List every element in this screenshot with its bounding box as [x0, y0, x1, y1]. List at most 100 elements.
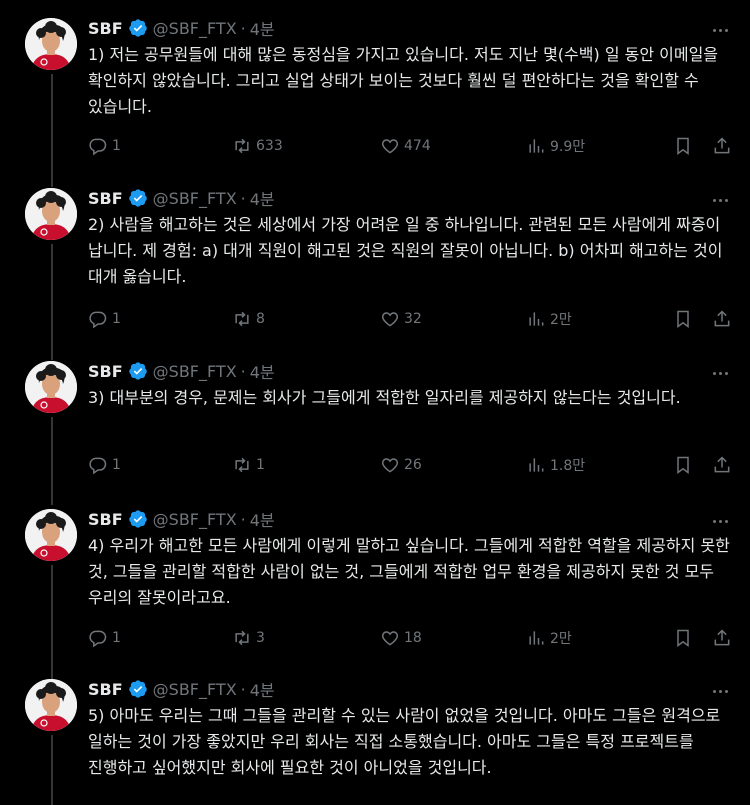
author-handle[interactable]: @SBF_FTX: [153, 189, 237, 208]
avatar[interactable]: [25, 188, 77, 240]
views-count: 1.8만: [550, 458, 586, 474]
like-button[interactable]: 18: [380, 625, 422, 651]
reply-count: 1: [112, 138, 121, 154]
bookmark-button[interactable]: [673, 452, 697, 478]
reply-count: 1: [112, 457, 121, 473]
thread-connector: [51, 74, 53, 187]
avatar-image: [25, 188, 77, 240]
retweet-count: 1: [256, 457, 265, 473]
author-handle[interactable]: @SBF_FTX: [153, 19, 237, 38]
thread-connector: [51, 565, 53, 679]
tweet-header: SBF @SBF_FTX · 4분: [88, 506, 275, 532]
share-icon: [714, 629, 730, 646]
retweet-button[interactable]: 3: [232, 625, 265, 651]
bookmark-button[interactable]: [673, 625, 697, 651]
retweet-button[interactable]: 8: [232, 306, 265, 332]
avatar[interactable]: [25, 679, 77, 731]
timestamp[interactable]: 4분: [250, 359, 275, 383]
like-count: 18: [404, 630, 422, 646]
author-name[interactable]: SBF: [88, 510, 123, 529]
like-count: 474: [404, 138, 431, 154]
bookmark-icon: [677, 310, 689, 328]
like-button[interactable]: 474: [380, 133, 431, 159]
more-icon[interactable]: [708, 20, 732, 40]
like-count: 26: [404, 457, 422, 473]
avatar-image: [25, 361, 77, 413]
tweet-text: 5) 아마도 우리는 그때 그들을 관리할 수 있는 사람이 없었을 것입니다.…: [88, 706, 721, 777]
separator: ·: [240, 361, 246, 381]
timestamp[interactable]: 4분: [250, 507, 275, 531]
bookmark-button[interactable]: [673, 306, 697, 332]
separator: ·: [240, 679, 246, 699]
views-count: 9.9만: [550, 139, 586, 155]
verified-badge-icon: [128, 189, 147, 207]
share-button[interactable]: [712, 625, 736, 651]
views-icon: [529, 458, 544, 472]
timestamp[interactable]: 4분: [250, 186, 275, 210]
tweet-header: SBF @SBF_FTX · 4분: [88, 676, 275, 702]
retweet-icon: [235, 311, 249, 327]
author-name[interactable]: SBF: [88, 189, 123, 208]
more-icon[interactable]: [708, 190, 732, 210]
reply-icon: [89, 311, 107, 329]
retweet-icon: [235, 138, 249, 154]
views-icon: [529, 139, 544, 153]
retweet-icon: [235, 457, 249, 473]
reply-icon: [89, 138, 107, 156]
more-icon[interactable]: [708, 511, 732, 531]
avatar[interactable]: [25, 361, 77, 413]
reply-button[interactable]: 1: [88, 452, 121, 478]
avatar[interactable]: [25, 509, 77, 561]
author-handle[interactable]: @SBF_FTX: [153, 362, 237, 381]
like-button[interactable]: 32: [380, 306, 422, 332]
tweet-actions: 1 3 18 2만: [88, 625, 738, 651]
author-name[interactable]: SBF: [88, 19, 123, 38]
thread-connector: [51, 735, 53, 805]
retweet-count: 8: [256, 311, 265, 327]
reply-icon: [89, 630, 107, 648]
retweet-count: 3: [256, 630, 265, 646]
retweet-icon: [235, 630, 249, 646]
avatar[interactable]: [25, 18, 77, 70]
retweet-button[interactable]: 633: [232, 133, 283, 159]
timestamp[interactable]: 4분: [250, 677, 275, 701]
share-button[interactable]: [712, 133, 736, 159]
verified-badge-icon: [128, 19, 147, 37]
tweet-actions: 1 8 32 2만: [88, 306, 738, 332]
retweet-button[interactable]: 1: [232, 452, 265, 478]
share-icon: [714, 310, 730, 327]
reply-button[interactable]: 1: [88, 306, 121, 332]
bookmark-icon: [677, 137, 689, 155]
share-icon: [714, 456, 730, 473]
share-button[interactable]: [712, 452, 736, 478]
author-handle[interactable]: @SBF_FTX: [153, 510, 237, 529]
tweet-text: 3) 대부분의 경우, 문제는 회사가 그들에게 적합한 일자리를 제공하지 않…: [88, 388, 681, 407]
more-icon[interactable]: [708, 363, 732, 383]
author-name[interactable]: SBF: [88, 362, 123, 381]
bookmark-icon: [677, 629, 689, 647]
views-icon: [529, 312, 544, 326]
timestamp[interactable]: 4분: [250, 16, 275, 40]
reply-button[interactable]: 1: [88, 625, 121, 651]
views-count: 2만: [550, 312, 572, 328]
share-button[interactable]: [712, 306, 736, 332]
views-button[interactable]: 1.8만: [526, 452, 585, 478]
like-button[interactable]: 26: [380, 452, 422, 478]
author-handle[interactable]: @SBF_FTX: [153, 680, 237, 699]
avatar-image: [25, 679, 77, 731]
author-name[interactable]: SBF: [88, 680, 123, 699]
views-button[interactable]: 2만: [526, 306, 572, 332]
reply-count: 1: [112, 311, 121, 327]
thread-connector: [51, 417, 53, 505]
reply-count: 1: [112, 630, 121, 646]
views-button[interactable]: 2만: [526, 625, 572, 651]
tweet-text: 1) 저는 공무원들에 대해 많은 동정심을 가지고 있습니다. 저도 지난 몇…: [88, 45, 719, 116]
reply-button[interactable]: 1: [88, 133, 121, 159]
like-count: 32: [404, 311, 422, 327]
bookmark-button[interactable]: [673, 133, 697, 159]
tweet-actions: 1 633 474 9.9만: [88, 133, 738, 159]
views-button[interactable]: 9.9만: [526, 133, 585, 159]
avatar-image: [25, 18, 77, 70]
tweet-header: SBF @SBF_FTX · 4분: [88, 15, 275, 41]
more-icon[interactable]: [708, 681, 732, 701]
